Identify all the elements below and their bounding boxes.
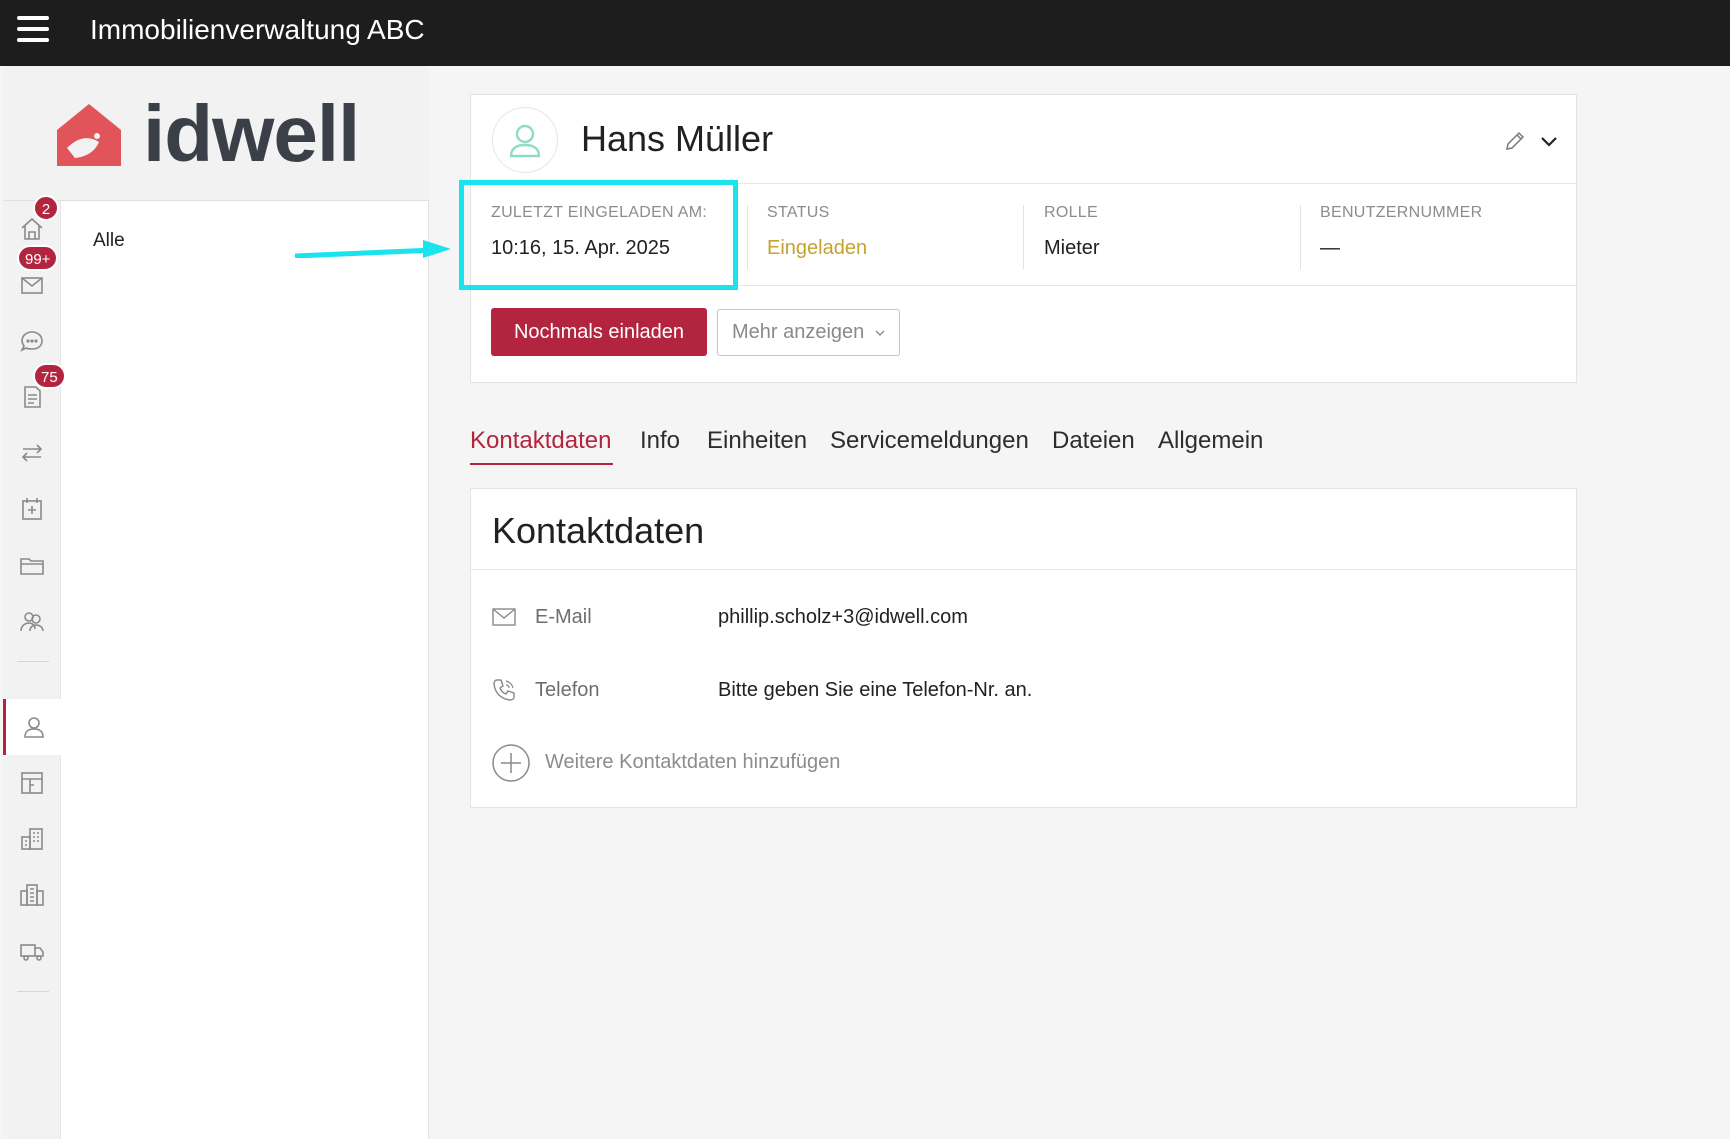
building-icon <box>21 828 43 850</box>
user-number-value: — <box>1320 237 1340 259</box>
nav-persons[interactable] <box>3 699 61 755</box>
buildings-icon <box>20 884 44 906</box>
nav-calendar[interactable] <box>3 481 61 537</box>
column-separator <box>747 205 748 269</box>
nav-divider <box>17 991 49 992</box>
chevron-down-icon[interactable] <box>1537 129 1561 153</box>
nav-transfer[interactable] <box>3 425 61 481</box>
tab-allgemein[interactable]: Allgemein <box>1158 424 1263 458</box>
add-circle-icon[interactable] <box>491 743 531 783</box>
role-value: Mieter <box>1044 237 1100 259</box>
contact-card: Kontaktdaten E-Mail phillip.scholz+3@idw… <box>470 488 1577 808</box>
add-contact-link[interactable]: Weitere Kontaktdaten hinzufügen <box>545 751 840 774</box>
tab-dateien[interactable]: Dateien <box>1052 424 1135 458</box>
folder-icon <box>20 558 44 575</box>
profile-name: Hans Müller <box>581 118 774 159</box>
user-avatar-icon <box>509 124 541 158</box>
calendar-icon <box>22 498 42 520</box>
nav-divider <box>17 661 49 662</box>
more-button-label: Mehr anzeigen <box>732 321 865 343</box>
tab-servicemeldungen[interactable]: Servicemeldungen <box>830 424 1029 458</box>
logo-icon <box>57 104 121 166</box>
tab-einheiten[interactable]: Einheiten <box>707 424 807 458</box>
documents-badge: 75 <box>33 363 66 389</box>
chat-icon <box>20 331 43 352</box>
active-tab-indicator <box>470 463 613 465</box>
role-label: ROLLE <box>1044 204 1098 221</box>
app-title: Immobilienverwaltung ABC <box>90 14 425 45</box>
email-label: E-Mail <box>535 606 592 628</box>
nav-chat[interactable] <box>3 313 61 369</box>
nav-buildings[interactable] <box>3 867 61 923</box>
status-value: Eingeladen <box>767 237 868 259</box>
status-label: STATUS <box>767 204 830 221</box>
floorplan-icon <box>21 772 43 794</box>
annotation-highlight <box>459 180 738 290</box>
nav-rail: 2 99+ 75 <box>3 195 66 1139</box>
mail-icon <box>492 608 516 626</box>
reinvite-button[interactable]: Nochmals einladen <box>491 308 707 356</box>
nav-documents[interactable]: 75 <box>3 363 66 425</box>
tab-info[interactable]: Info <box>640 424 680 458</box>
avatar <box>492 107 558 173</box>
email-value[interactable]: phillip.scholz+3@idwell.com <box>718 606 968 629</box>
nav-units[interactable] <box>3 755 61 811</box>
mail-badge: 99+ <box>17 245 59 271</box>
transfer-icon <box>21 444 43 462</box>
left-panel: idwell 2 99+ 75 Alle <box>3 66 429 1139</box>
contact-title: Kontaktdaten <box>492 510 705 551</box>
top-bar: Immobilienverwaltung ABC <box>0 0 1730 66</box>
person-icon <box>23 717 44 738</box>
phone-label: Telefon <box>535 679 600 701</box>
annotation-arrow <box>295 240 451 258</box>
logo-text: idwell <box>143 89 360 178</box>
user-number-label: BENUTZERNUMMER <box>1320 204 1483 221</box>
logo-area: idwell <box>3 66 429 201</box>
nav-mail[interactable]: 99+ <box>3 245 61 313</box>
truck-icon <box>20 944 44 961</box>
mail-icon <box>21 277 43 294</box>
column-separator <box>1300 205 1301 269</box>
column-separator <box>1023 205 1024 269</box>
phone-value[interactable]: Bitte geben Sie eine Telefon-Nr. an. <box>718 679 1032 702</box>
home-badge: 2 <box>33 195 59 221</box>
edit-icon[interactable] <box>1503 129 1527 153</box>
card-divider <box>471 569 1576 570</box>
nav-building[interactable] <box>3 811 61 867</box>
tab-kontaktdaten[interactable]: Kontaktdaten <box>470 424 611 458</box>
phone-icon <box>493 679 515 701</box>
nav-services[interactable] <box>3 923 61 979</box>
chevron-down-icon <box>875 330 885 336</box>
nav-people[interactable] <box>3 593 61 649</box>
more-button[interactable]: Mehr anzeigen <box>717 309 900 356</box>
nav-folder[interactable] <box>3 537 61 593</box>
filter-all[interactable]: Alle <box>93 230 125 252</box>
menu-icon[interactable] <box>17 16 49 44</box>
people-icon <box>20 612 44 632</box>
